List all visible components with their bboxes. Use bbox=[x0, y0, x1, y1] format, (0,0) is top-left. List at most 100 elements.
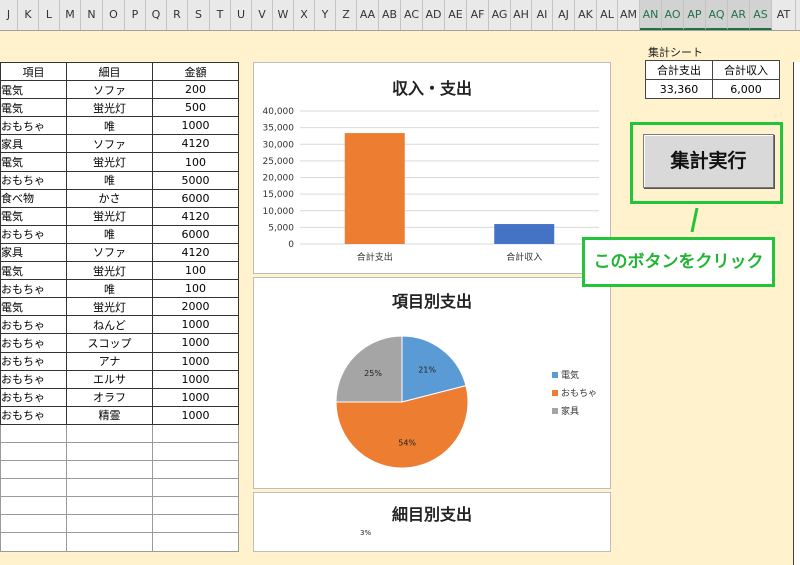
table-cell[interactable]: 1000 bbox=[152, 387, 239, 407]
column-header-p[interactable]: P bbox=[125, 0, 146, 30]
table-cell[interactable] bbox=[0, 514, 67, 534]
column-header-s[interactable]: S bbox=[188, 0, 210, 30]
category-expense-chart[interactable]: 項目別支出 21% 54% 25% 電気 おもちゃ 家具 bbox=[253, 277, 611, 489]
table-cell[interactable]: 家具 bbox=[0, 242, 67, 263]
table-cell[interactable]: かさ bbox=[66, 188, 153, 208]
column-header-af[interactable]: AF bbox=[467, 0, 489, 30]
table-cell[interactable] bbox=[66, 532, 153, 552]
table-cell[interactable]: おもちゃ bbox=[0, 333, 67, 353]
table-header-cell[interactable]: 項目 bbox=[0, 61, 67, 82]
column-header-y[interactable]: Y bbox=[315, 0, 336, 30]
table-cell[interactable]: 2000 bbox=[152, 297, 239, 317]
table-cell[interactable] bbox=[0, 423, 67, 443]
table-cell[interactable]: 1000 bbox=[152, 369, 239, 389]
table-cell[interactable]: 蛍光灯 bbox=[66, 297, 153, 317]
table-cell[interactable] bbox=[152, 441, 239, 462]
column-header-al[interactable]: AL bbox=[597, 0, 618, 30]
table-cell[interactable] bbox=[66, 423, 153, 443]
table-cell[interactable]: 精霊 bbox=[66, 405, 153, 425]
table-cell[interactable]: 蛍光灯 bbox=[66, 152, 153, 172]
column-header-o[interactable]: O bbox=[103, 0, 125, 30]
table-cell[interactable]: ソファ bbox=[66, 80, 153, 100]
table-cell[interactable] bbox=[152, 496, 239, 516]
column-header-ag[interactable]: AG bbox=[489, 0, 511, 30]
column-header-n[interactable]: N bbox=[81, 0, 103, 30]
table-cell[interactable]: 電気 bbox=[0, 152, 67, 172]
column-header-ae[interactable]: AE bbox=[445, 0, 467, 30]
table-cell[interactable]: 電気 bbox=[0, 261, 67, 281]
table-cell[interactable]: 唯 bbox=[66, 224, 153, 244]
table-cell[interactable]: 食べ物 bbox=[0, 188, 67, 208]
column-header-w[interactable]: W bbox=[273, 0, 294, 30]
column-header-ak[interactable]: AK bbox=[575, 0, 597, 30]
column-header-ah[interactable]: AH bbox=[511, 0, 532, 30]
table-cell[interactable]: 電気 bbox=[0, 297, 67, 317]
table-cell[interactable]: 唯 bbox=[66, 116, 153, 136]
table-cell[interactable]: おもちゃ bbox=[0, 351, 67, 371]
column-header-l[interactable]: L bbox=[39, 0, 60, 30]
table-cell[interactable] bbox=[66, 496, 153, 516]
table-cell[interactable] bbox=[152, 532, 239, 552]
income-expense-chart[interactable]: 収入・支出 0 5,000 10,000 15,000 20,000 25,000 30,0… bbox=[253, 62, 611, 274]
table-cell[interactable]: ねんど bbox=[66, 315, 153, 335]
table-cell[interactable] bbox=[0, 496, 67, 516]
table-cell[interactable]: 蛍光灯 bbox=[66, 98, 153, 118]
table-cell[interactable]: 4120 bbox=[152, 206, 239, 226]
table-cell[interactable]: 100 bbox=[152, 261, 239, 281]
column-header-at[interactable]: AT bbox=[772, 0, 796, 30]
table-cell[interactable]: おもちゃ bbox=[0, 405, 67, 425]
column-header-k[interactable]: K bbox=[18, 0, 39, 30]
table-cell[interactable]: おもちゃ bbox=[0, 279, 67, 299]
column-header-ai[interactable]: AI bbox=[532, 0, 553, 30]
table-cell[interactable]: 電気 bbox=[0, 206, 67, 226]
table-cell[interactable]: オラフ bbox=[66, 387, 153, 407]
run-summary-button[interactable]: 集計実行 bbox=[643, 134, 774, 188]
column-header-m[interactable]: M bbox=[60, 0, 81, 30]
column-header-j[interactable]: J bbox=[0, 0, 18, 30]
column-header-am[interactable]: AM bbox=[618, 0, 640, 30]
table-cell[interactable]: 唯 bbox=[66, 279, 153, 299]
table-cell[interactable] bbox=[66, 478, 153, 498]
table-cell[interactable]: 100 bbox=[152, 152, 239, 172]
column-header-z[interactable]: Z bbox=[336, 0, 357, 30]
table-cell[interactable]: おもちゃ bbox=[0, 369, 67, 389]
table-header-cell[interactable]: 細目 bbox=[66, 61, 153, 82]
table-cell[interactable] bbox=[152, 478, 239, 498]
table-cell[interactable] bbox=[66, 460, 153, 480]
table-cell[interactable] bbox=[0, 441, 67, 462]
column-header-as[interactable]: AS bbox=[750, 0, 772, 30]
table-cell[interactable]: 4120 bbox=[152, 134, 239, 154]
column-header-an[interactable]: AN bbox=[640, 0, 662, 30]
table-cell[interactable]: おもちゃ bbox=[0, 116, 67, 136]
table-cell[interactable] bbox=[152, 423, 239, 443]
table-cell[interactable]: 1000 bbox=[152, 405, 239, 425]
column-header-u[interactable]: U bbox=[231, 0, 252, 30]
table-cell[interactable]: 6000 bbox=[152, 188, 239, 208]
bar-2[interactable] bbox=[494, 224, 555, 244]
column-header-ap[interactable]: AP bbox=[684, 0, 706, 30]
table-cell[interactable] bbox=[0, 532, 67, 552]
column-header-ad[interactable]: AD bbox=[423, 0, 445, 30]
table-cell[interactable]: ソファ bbox=[66, 242, 153, 263]
table-cell[interactable]: 電気 bbox=[0, 98, 67, 118]
table-cell[interactable]: ソファ bbox=[66, 134, 153, 154]
table-cell[interactable]: 5000 bbox=[152, 170, 239, 190]
table-cell[interactable]: 蛍光灯 bbox=[66, 261, 153, 281]
table-cell[interactable] bbox=[0, 478, 67, 498]
table-cell[interactable]: 200 bbox=[152, 80, 239, 100]
column-header-aa[interactable]: AA bbox=[357, 0, 379, 30]
table-cell[interactable] bbox=[152, 460, 239, 480]
table-cell[interactable]: 1000 bbox=[152, 116, 239, 136]
table-cell[interactable]: 1000 bbox=[152, 315, 239, 335]
column-header-t[interactable]: T bbox=[210, 0, 231, 30]
table-cell[interactable]: おもちゃ bbox=[0, 387, 67, 407]
table-cell[interactable] bbox=[66, 514, 153, 534]
table-cell[interactable]: 1000 bbox=[152, 351, 239, 371]
table-cell[interactable]: 6000 bbox=[152, 224, 239, 244]
subitem-expense-chart[interactable]: 細目別支出 3% bbox=[253, 492, 611, 552]
table-cell[interactable]: おもちゃ bbox=[0, 224, 67, 244]
table-cell[interactable]: 家具 bbox=[0, 134, 67, 154]
column-header-r[interactable]: R bbox=[167, 0, 188, 30]
bar-1[interactable] bbox=[344, 133, 405, 244]
table-cell[interactable]: おもちゃ bbox=[0, 170, 67, 190]
